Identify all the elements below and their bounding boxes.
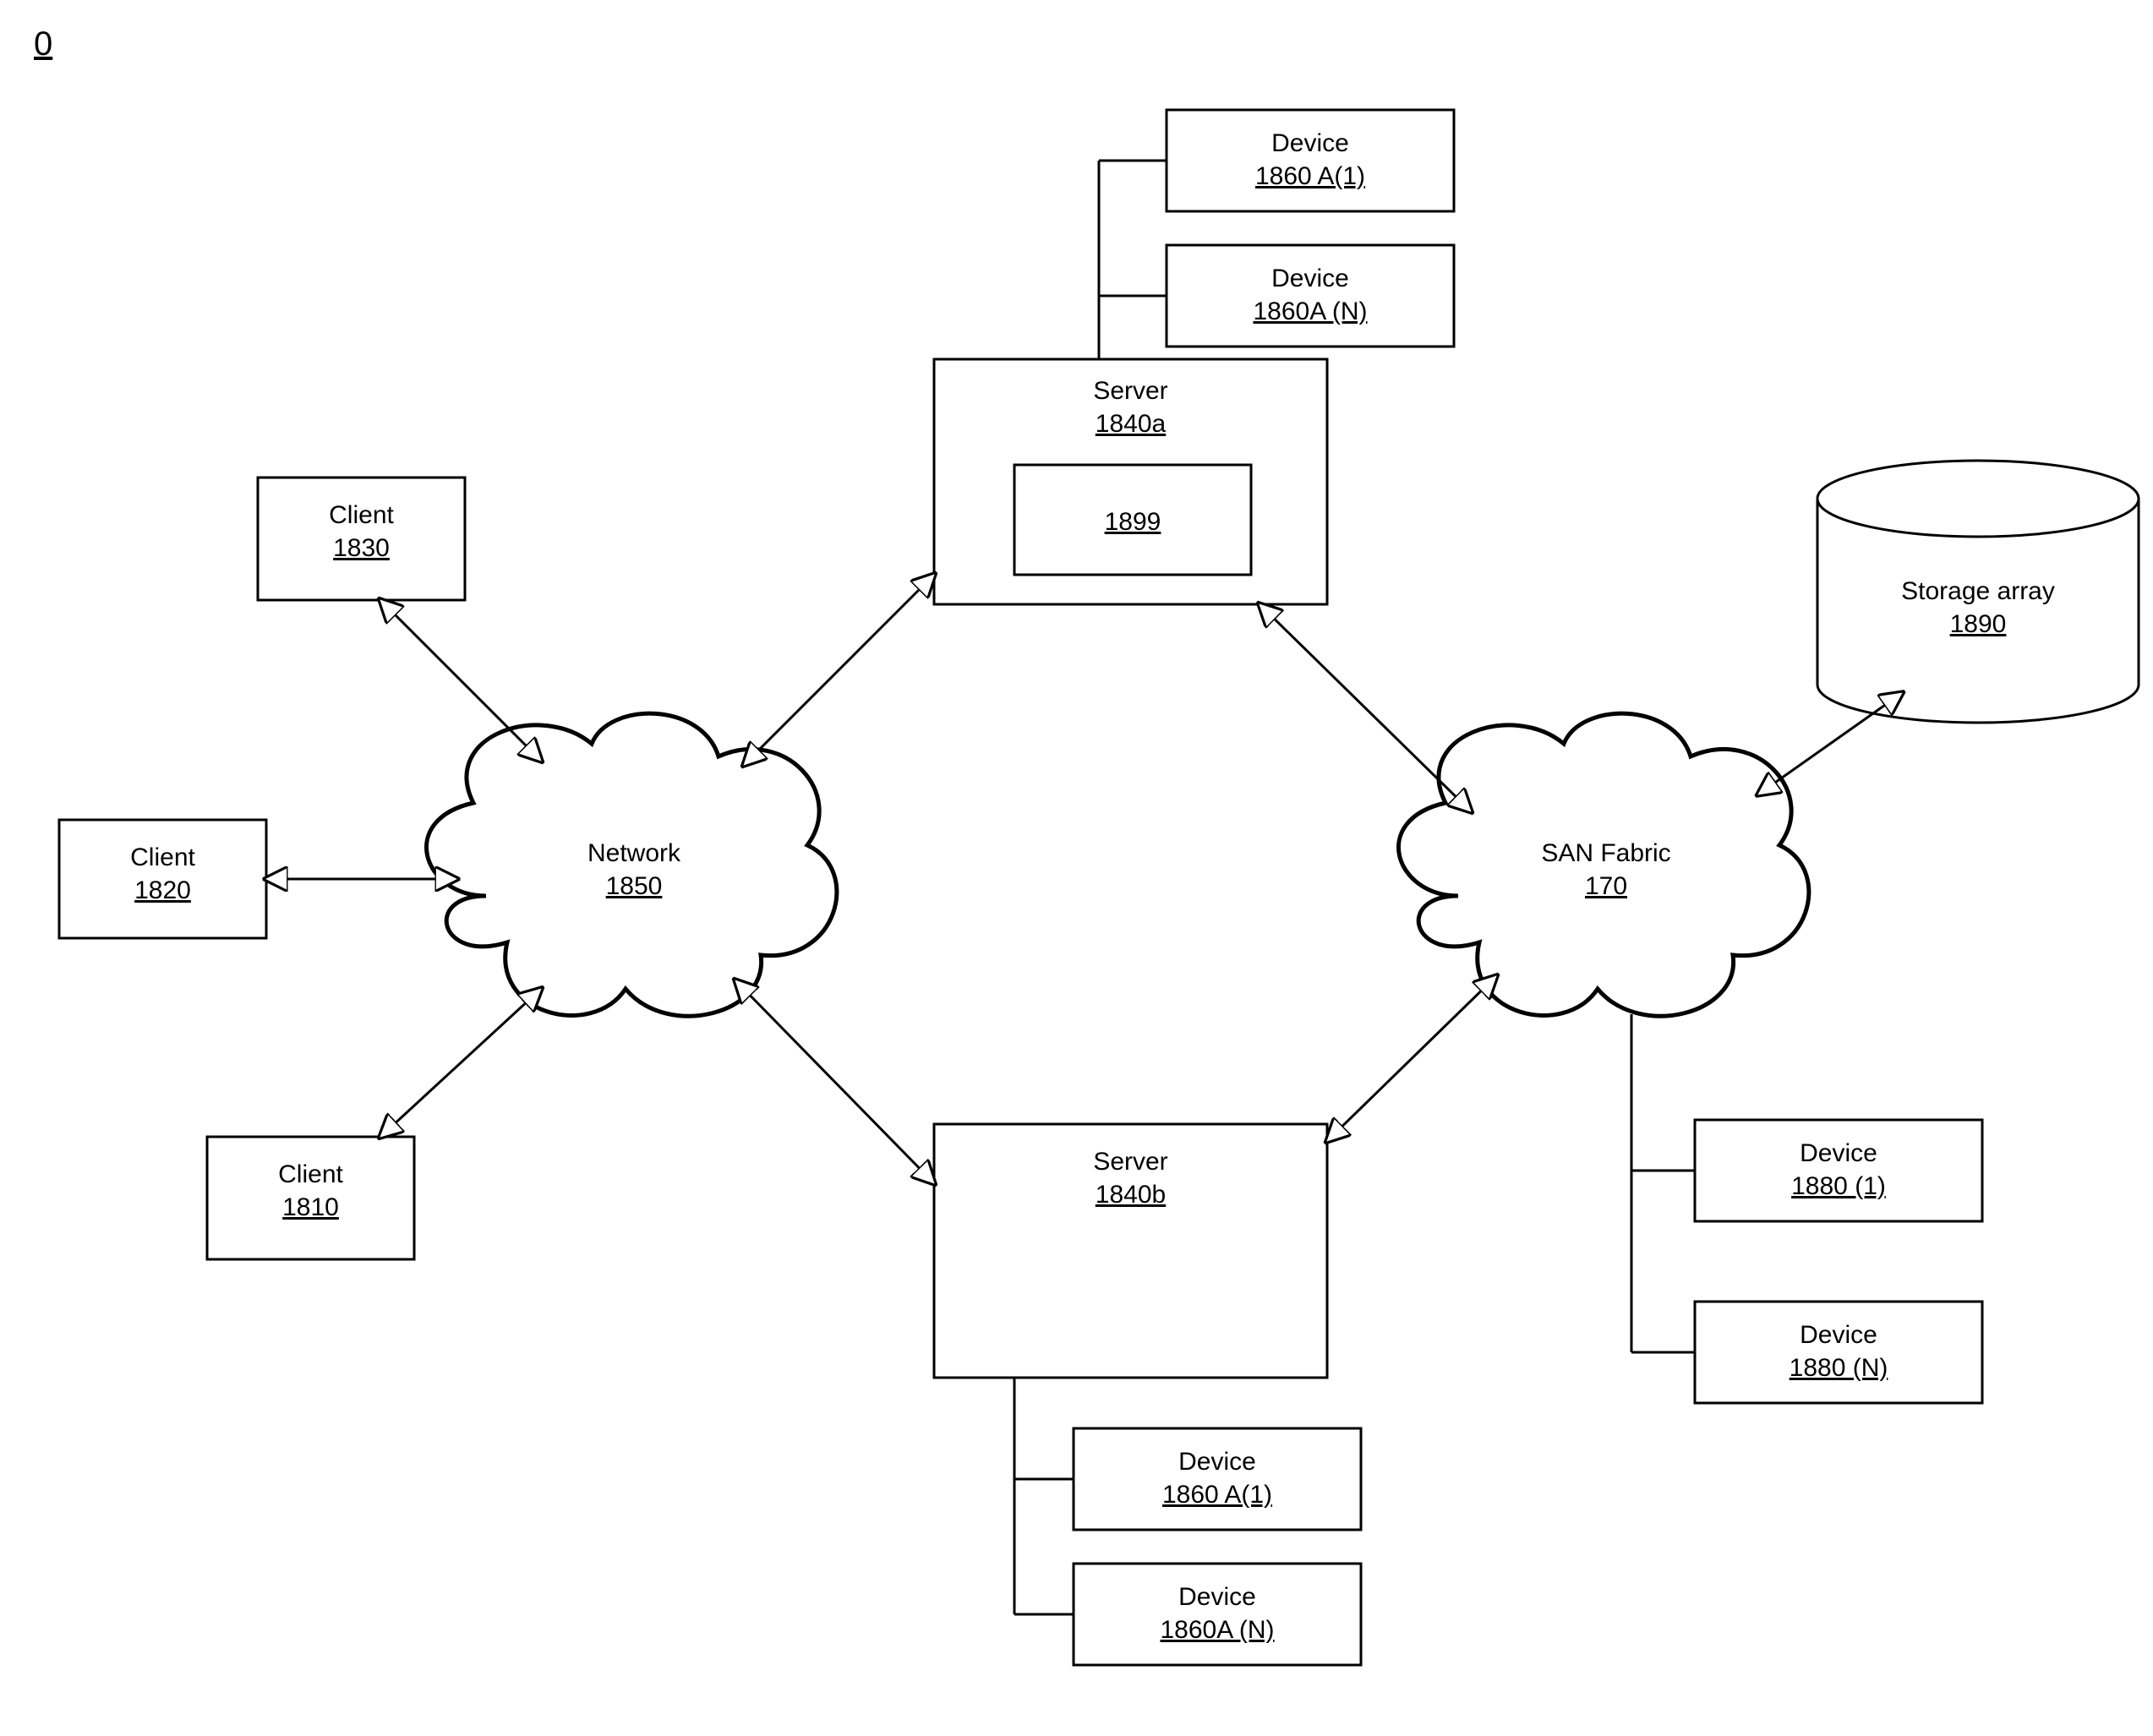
bus-san-devices	[1631, 1014, 1695, 1352]
client-1830-id: 1830	[258, 532, 465, 565]
device-1860a1-bottom-title: Device	[1178, 1448, 1256, 1476]
client-1810-title: Client	[278, 1160, 343, 1188]
edge-client1810-network	[380, 989, 541, 1137]
device-1860an-bottom-label: Device 1860A (N)	[1074, 1580, 1361, 1646]
bus-server-a-devices	[1099, 161, 1167, 359]
device-1860an-bottom-title: Device	[1178, 1583, 1256, 1611]
client-1810-label: Client 1810	[207, 1158, 414, 1224]
client-1830-title: Client	[329, 501, 394, 529]
device-1860a1-top-id: 1860 A(1)	[1167, 160, 1454, 193]
device-1860an-top-title: Device	[1271, 265, 1349, 292]
storage-array-title: Storage array	[1901, 577, 2055, 605]
network-label: Network 1850	[541, 837, 727, 903]
server-1840a-id: 1840a	[934, 407, 1327, 440]
server-1840a-inner-label: 1899	[1014, 505, 1251, 538]
client-1820-label: Client 1820	[59, 841, 266, 907]
device-1880-1-title: Device	[1800, 1139, 1877, 1167]
client-1830-label: Client 1830	[258, 499, 465, 565]
san-fabric-title: SAN Fabric	[1541, 839, 1670, 867]
device-1880-n-title: Device	[1800, 1321, 1877, 1349]
device-1860a1-bottom-label: Device 1860 A(1)	[1074, 1445, 1361, 1511]
device-1880-n-id: 1880 (N)	[1695, 1351, 1982, 1384]
server-1840a-label: Server 1840a	[934, 374, 1327, 440]
edge-network-server-b	[735, 980, 934, 1183]
edge-client1830-network	[380, 600, 541, 761]
edge-network-server-a	[744, 575, 934, 765]
device-1880-1-label: Device 1880 (1)	[1695, 1137, 1982, 1203]
client-1820-id: 1820	[59, 874, 266, 907]
edge-server-b-san	[1327, 976, 1496, 1141]
diagram-canvas: 0	[0, 0, 2153, 1736]
device-1860an-top-label: Device 1860A (N)	[1167, 262, 1454, 328]
server-1840b-title: Server	[1093, 1148, 1167, 1176]
server-1840a-inner-id: 1899	[1014, 505, 1251, 538]
device-1860a1-top-label: Device 1860 A(1)	[1167, 127, 1454, 193]
device-1860a1-bottom-id: 1860 A(1)	[1074, 1478, 1361, 1511]
network-title: Network	[587, 839, 680, 867]
server-1840a-title: Server	[1093, 377, 1167, 405]
server-1840b-id: 1840b	[934, 1178, 1327, 1211]
san-fabric-id: 170	[1513, 870, 1699, 903]
device-1880-n-label: Device 1880 (N)	[1695, 1318, 1982, 1384]
device-1860an-top-id: 1860A (N)	[1167, 295, 1454, 328]
storage-array-id: 1890	[1817, 608, 2139, 641]
storage-array-label: Storage array 1890	[1817, 575, 2139, 641]
device-1860a1-top-title: Device	[1271, 129, 1349, 157]
san-fabric-label: SAN Fabric 170	[1513, 837, 1699, 903]
client-1820-title: Client	[130, 843, 195, 871]
device-1880-1-id: 1880 (1)	[1695, 1170, 1982, 1203]
bus-server-b-devices	[1014, 1378, 1074, 1614]
device-1860an-bottom-id: 1860A (N)	[1074, 1613, 1361, 1646]
server-1840b-label: Server 1840b	[934, 1145, 1327, 1211]
network-id: 1850	[541, 870, 727, 903]
client-1810-id: 1810	[207, 1191, 414, 1224]
edge-san-storage	[1758, 693, 1902, 794]
edge-server-a-san	[1260, 604, 1471, 811]
